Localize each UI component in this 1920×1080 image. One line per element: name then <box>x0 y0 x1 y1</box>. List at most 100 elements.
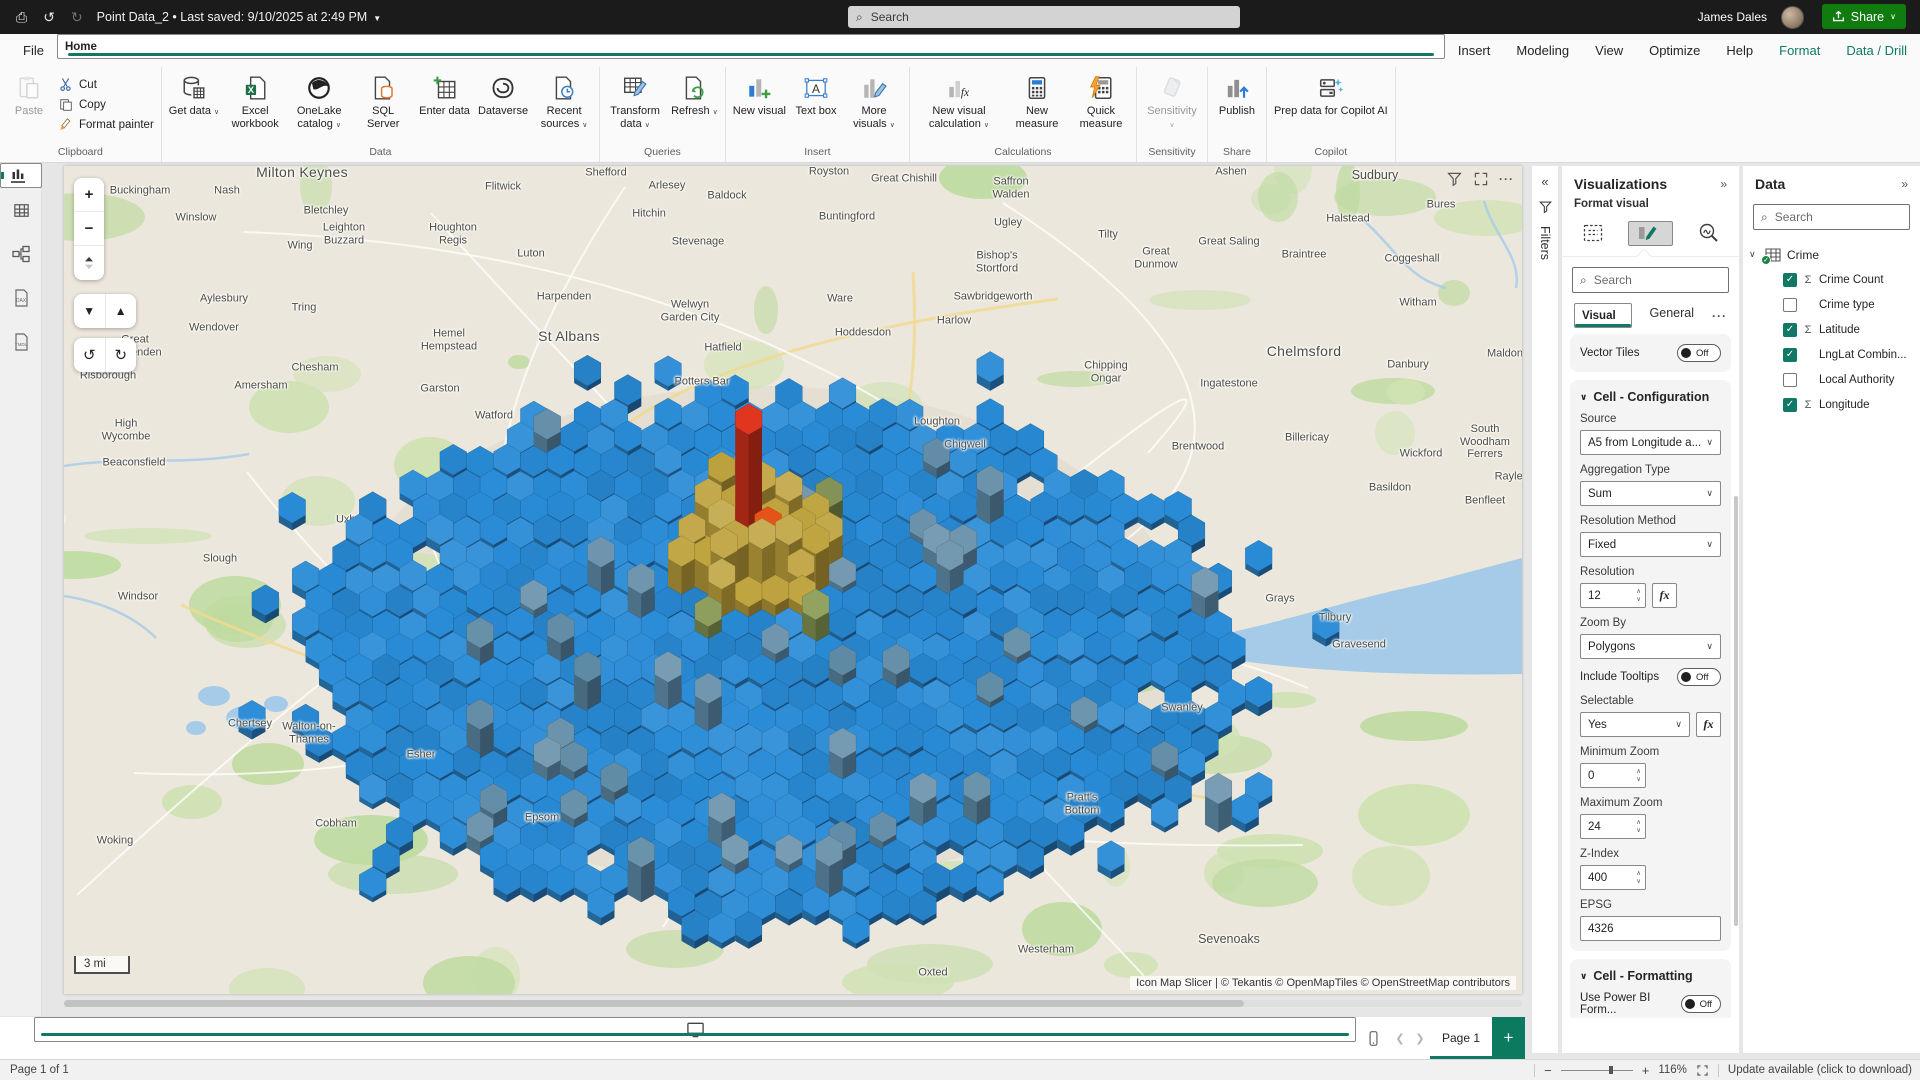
publish-button[interactable]: Publish <box>1211 72 1263 120</box>
field-checkbox[interactable] <box>1783 298 1797 312</box>
global-search-input[interactable]: ⌕ Search <box>848 6 1240 28</box>
share-button[interactable]: Share∨ <box>1822 4 1906 29</box>
page-tab[interactable]: Page 1 <box>1430 1017 1492 1059</box>
tab-general[interactable]: General <box>1650 306 1694 326</box>
more-tabs-icon[interactable]: ··· <box>1712 309 1727 323</box>
selectable-dropdown[interactable]: Yes∨ <box>1580 712 1690 737</box>
card-header[interactable]: ∨Cell - Configuration <box>1580 390 1721 404</box>
canvas-horizontal-scrollbar[interactable] <box>64 1000 1522 1007</box>
field-checkbox[interactable]: ✓ <box>1783 348 1797 362</box>
field-lnglat-combin-[interactable]: ✓LngLat Combin... <box>1749 342 1914 367</box>
field-longitude[interactable]: ✓ΣLongitude <box>1749 392 1914 417</box>
menu-tab-file[interactable]: File <box>10 34 57 67</box>
zoom-out-control[interactable]: − <box>1544 1063 1552 1078</box>
analytics-icon[interactable] <box>1695 220 1721 246</box>
field-checkbox[interactable]: ✓ <box>1783 323 1797 337</box>
menu-tab-optimize[interactable]: Optimize <box>1636 34 1713 67</box>
prev-page-arrow[interactable]: ❮ <box>1390 1017 1410 1059</box>
tab-visual[interactable]: Visual <box>1574 303 1632 328</box>
pitch-down-button[interactable]: ▼ <box>74 294 106 328</box>
more-options-icon[interactable]: ··· <box>1499 172 1514 186</box>
undo-icon[interactable]: ↺ <box>43 9 55 26</box>
desktop-layout-icon[interactable] <box>34 1017 1356 1042</box>
zoom-in-control[interactable]: + <box>1642 1063 1650 1078</box>
resolution-input[interactable]: 12∧∨ <box>1580 583 1646 608</box>
new-measure-button[interactable]: New measure <box>1005 72 1069 133</box>
enter-data-button[interactable]: Enter data <box>415 72 474 120</box>
toggle-switch[interactable]: Off <box>1677 668 1721 686</box>
zoom-slider[interactable] <box>1561 1070 1633 1071</box>
new-visual-button[interactable]: New visual <box>729 72 790 120</box>
panel-scrollbar[interactable] <box>1734 496 1738 926</box>
user-name[interactable]: James Dales <box>1698 10 1767 24</box>
sidebar-item-report-view[interactable] <box>0 163 42 188</box>
pitch-up-button[interactable]: ▲ <box>106 294 137 328</box>
resolution-method-dropdown[interactable]: Fixed∨ <box>1580 532 1721 557</box>
minimum-zoom-input[interactable]: 0∧∨ <box>1580 763 1646 788</box>
more-visuals-button[interactable]: More visuals ∨ <box>842 72 906 133</box>
menu-tab-format[interactable]: Format <box>1766 34 1833 67</box>
map-visual[interactable]: UxbridgeLondonGreenwichWoolwichRomfordSi… <box>64 166 1522 994</box>
sql-server-button[interactable]: SQL Server <box>351 72 415 133</box>
zoom-in-button[interactable]: + <box>74 178 104 212</box>
epsg-input[interactable]: 4326 <box>1580 916 1721 941</box>
focus-mode-icon[interactable] <box>1473 171 1489 187</box>
sidebar-item-tmdl-view[interactable]: TMDL <box>0 320 42 364</box>
format-painter-button[interactable]: Format painter <box>57 116 154 133</box>
menu-tab-data-drill[interactable]: Data / Drill <box>1833 34 1920 67</box>
menu-tab-home[interactable]: Home <box>57 34 1445 59</box>
card-header[interactable]: ∨Cell - Formatting <box>1580 969 1721 983</box>
zoom-by-dropdown[interactable]: Polygons∨ <box>1580 634 1721 659</box>
rotate-ccw-button[interactable]: ↺ <box>74 338 106 372</box>
expand-filters-icon[interactable]: « <box>1541 174 1548 189</box>
field-latitude[interactable]: ✓ΣLatitude <box>1749 317 1914 342</box>
text-box-button[interactable]: AText box <box>790 72 842 120</box>
copy-button[interactable]: Copy <box>57 96 154 113</box>
zoom-out-button[interactable]: − <box>74 212 104 246</box>
sidebar-item-model-view[interactable] <box>0 232 42 276</box>
dataverse-button[interactable]: Dataverse <box>474 72 532 120</box>
get-data-button[interactable]: Get data ∨ <box>165 72 223 120</box>
map-attribution[interactable]: Icon Map Slicer | © Tekantis © OpenMapTi… <box>1130 976 1516 990</box>
sensitivity-button[interactable]: Sensitivity ∨ <box>1140 72 1204 133</box>
filter-icon[interactable] <box>1446 170 1463 187</box>
document-title[interactable]: Point Data_2 • Last saved: 9/10/2025 at … <box>97 10 381 24</box>
new-visual-calculation-button[interactable]: fxNew visual calculation ∨ <box>913 72 1005 133</box>
sidebar-item-dax-query-view[interactable]: DAX <box>0 276 42 320</box>
toggle-switch[interactable]: Off <box>1677 344 1721 362</box>
refresh-button[interactable]: Refresh ∨ <box>667 72 722 120</box>
chevron-down-icon[interactable]: ∨ <box>1749 249 1759 260</box>
paste-button[interactable]: Paste <box>3 72 55 120</box>
prep-data-for-copilot-ai-button[interactable]: Prep data for Copilot AI <box>1270 72 1392 120</box>
z-index-input[interactable]: 400∧∨ <box>1580 865 1646 890</box>
format-visual-icon[interactable] <box>1628 221 1673 246</box>
field-local-authority[interactable]: Local Authority <box>1749 367 1914 392</box>
collapse-data-icon[interactable]: » <box>1901 177 1908 191</box>
build-visual-icon[interactable] <box>1580 220 1606 246</box>
maximum-zoom-input[interactable]: 24∧∨ <box>1580 814 1646 839</box>
data-search-input[interactable]: ⌕ Search <box>1753 204 1910 230</box>
field-checkbox[interactable] <box>1783 373 1797 387</box>
fit-to-page-icon[interactable] <box>1696 1064 1709 1077</box>
selectable-fx-button[interactable]: fx <box>1696 712 1721 737</box>
redo-icon[interactable]: ↻ <box>71 9 83 26</box>
field-crime-type[interactable]: Crime type <box>1749 292 1914 317</box>
menu-tab-help[interactable]: Help <box>1713 34 1766 67</box>
update-notice[interactable]: Update available (click to download) <box>1728 1064 1912 1076</box>
avatar[interactable] <box>1781 6 1804 29</box>
rotate-cw-button[interactable]: ↻ <box>106 338 137 372</box>
field-checkbox[interactable]: ✓ <box>1783 398 1797 412</box>
mobile-layout-icon[interactable] <box>1356 1017 1390 1059</box>
cut-button[interactable]: Cut <box>57 76 154 93</box>
source-dropdown[interactable]: A5 from Longitude a...∨ <box>1580 430 1721 455</box>
field-crime-count[interactable]: ✓ΣCrime Count <box>1749 267 1914 292</box>
recent-sources-button[interactable]: Recent sources ∨ <box>532 72 596 133</box>
table-row-crime[interactable]: ∨ ✓ Crime <box>1749 242 1914 267</box>
next-page-arrow[interactable]: ❯ <box>1410 1017 1430 1059</box>
tilt-control[interactable] <box>74 246 104 280</box>
visualizations-search-input[interactable]: ⌕ Search <box>1572 267 1729 293</box>
onelake-catalog-button[interactable]: OneLake catalog ∨ <box>287 72 351 133</box>
field-checkbox[interactable]: ✓ <box>1783 273 1797 287</box>
new-page-button[interactable]: + <box>1492 1017 1525 1059</box>
save-icon[interactable]: ⎙ <box>16 9 27 26</box>
